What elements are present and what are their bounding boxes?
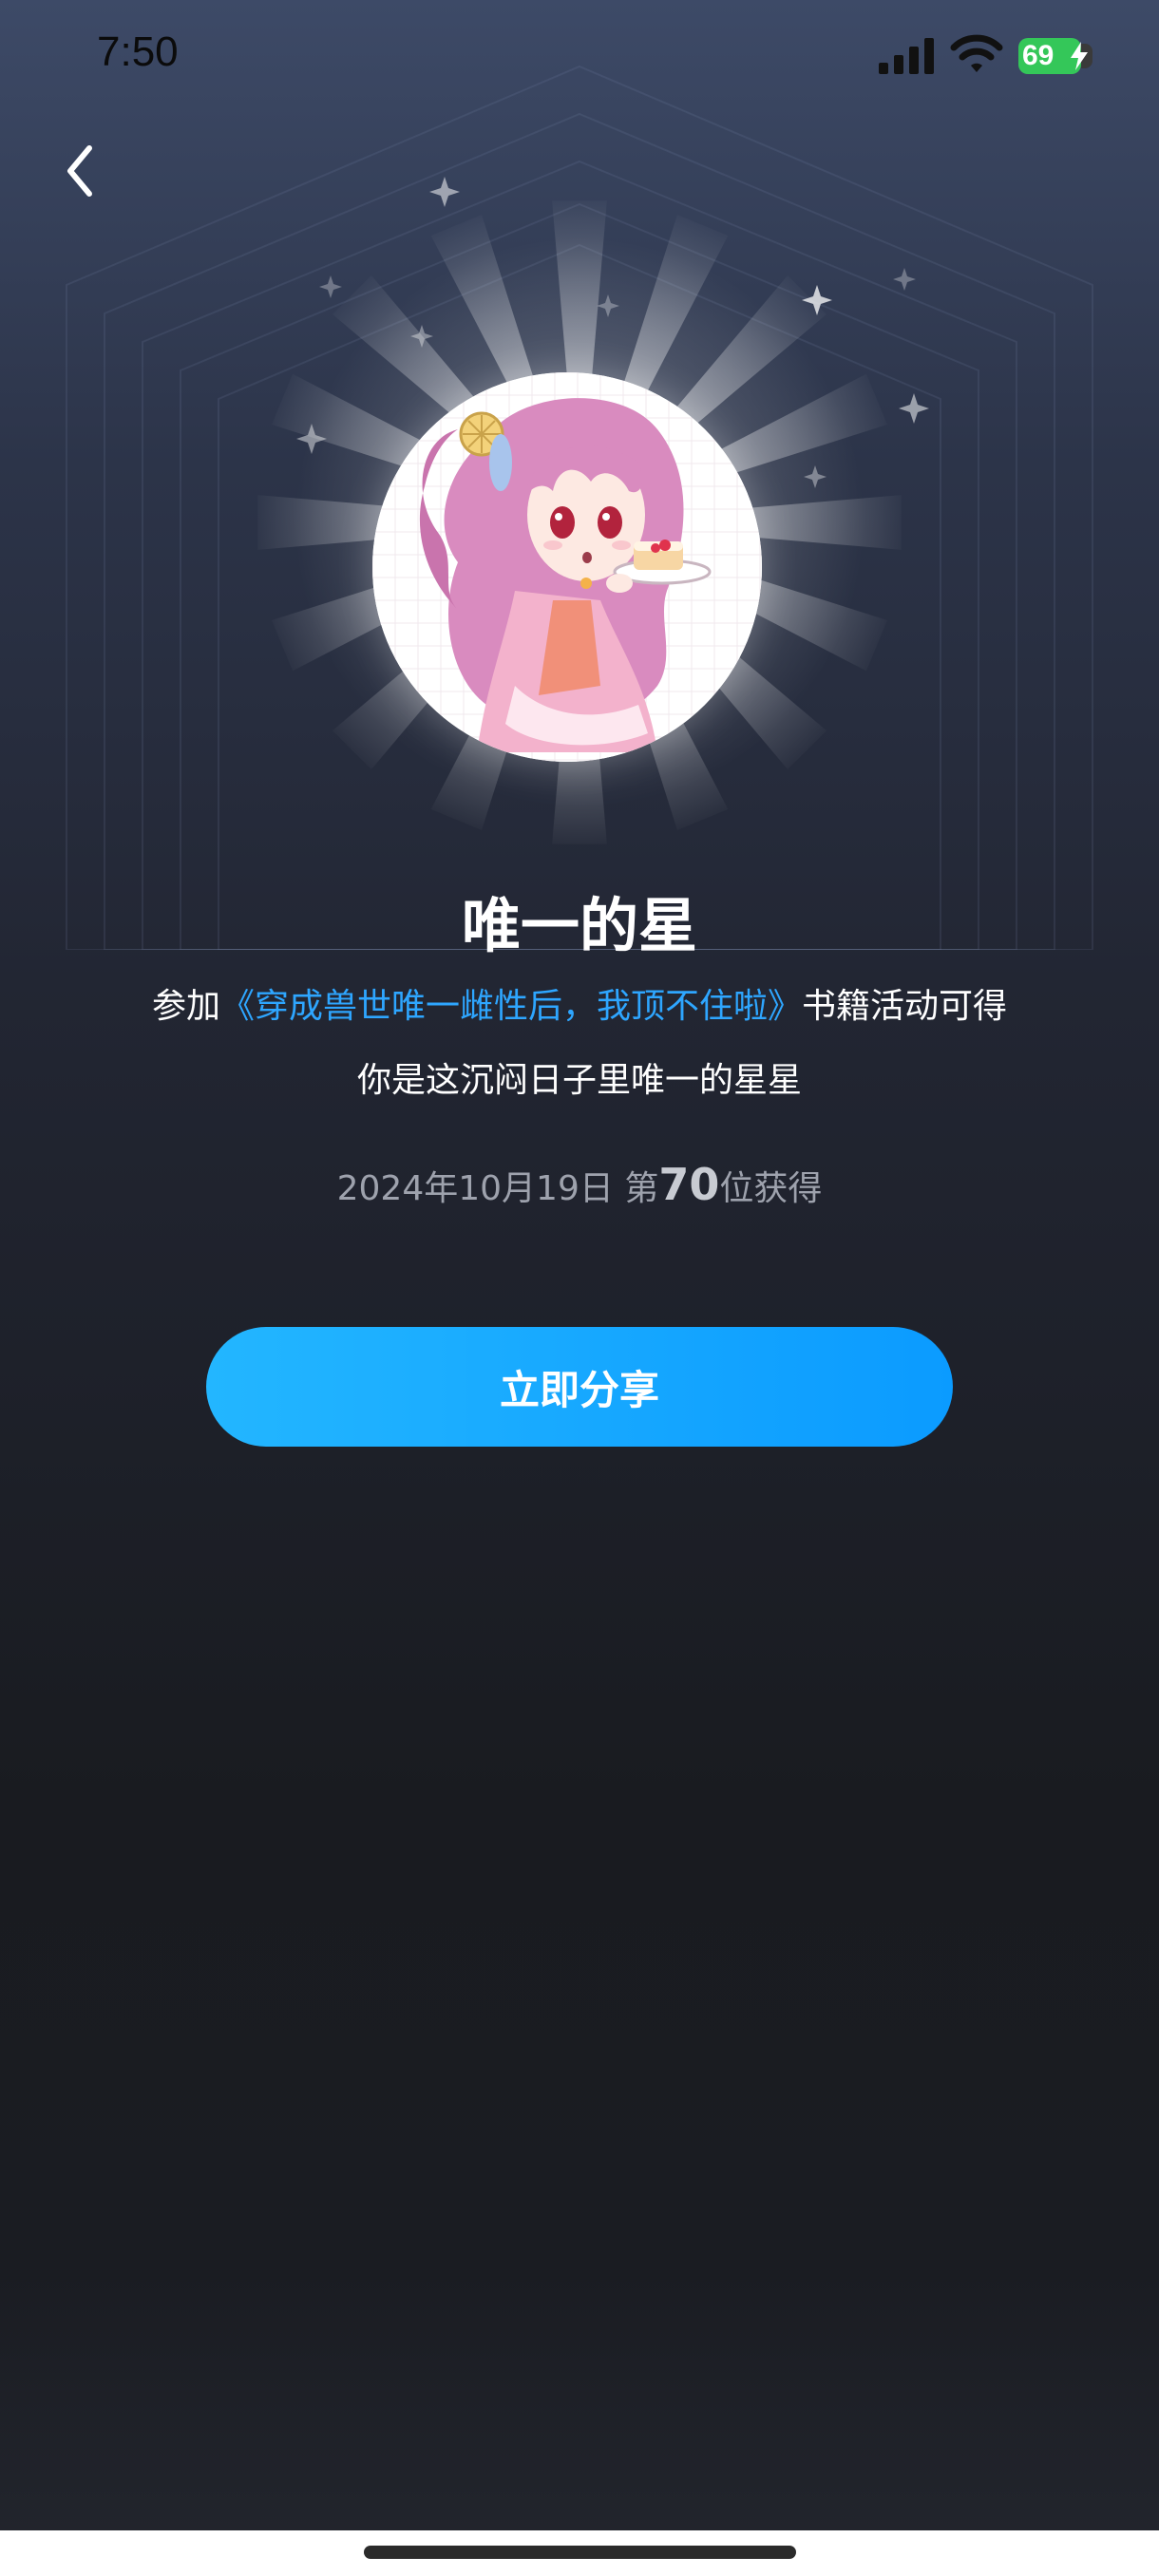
badge-obtained-info: 2024年10月19日 第70位获得 <box>0 1159 1159 1210</box>
badge-avatar <box>372 372 762 762</box>
badge-detail-screen: 7:50 69 唯一的星 参加《穿成兽世唯一雌性后，我顶不住啦》书籍活动可得 你… <box>0 0 1159 2576</box>
desc-suffix: 书籍活动可得 <box>802 987 1008 1026</box>
book-link[interactable]: 《穿成兽世唯一雌性后，我顶不住啦》 <box>220 987 802 1026</box>
rank-suffix: 位获得 <box>719 1169 823 1208</box>
obtained-date: 2024年10月19日 <box>336 1169 614 1208</box>
rank-number: 70 <box>658 1159 720 1210</box>
home-indicator[interactable] <box>364 2546 796 2559</box>
rank-prefix: 第 <box>624 1169 659 1208</box>
badge-quote: 你是这沉闷日子里唯一的星星 <box>356 1061 802 1100</box>
badge-description: 参加《穿成兽世唯一雌性后，我顶不住啦》书籍活动可得 <box>0 978 1159 1028</box>
desc-prefix: 参加 <box>151 987 220 1026</box>
badge-title: 唯一的星 <box>461 891 697 960</box>
share-button[interactable]: 立即分享 <box>206 1327 953 1447</box>
back-button[interactable] <box>57 142 104 199</box>
anime-girl-illustration <box>372 372 762 762</box>
